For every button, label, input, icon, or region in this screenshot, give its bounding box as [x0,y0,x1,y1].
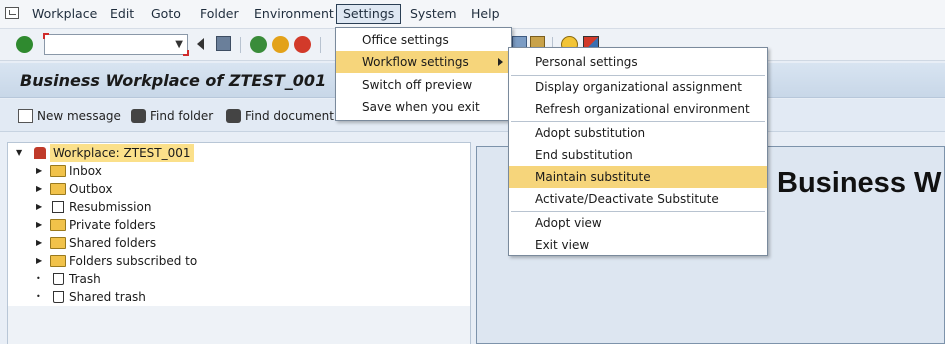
menu-item-label: Refresh organizational environment [535,102,750,116]
binoculars-icon [131,109,146,123]
expand-right-icon[interactable]: ▶ [36,198,46,216]
menu-settings[interactable]: Settings [336,4,402,24]
menu-item-label: Save when you exit [362,100,480,114]
cancel-icon[interactable] [294,36,311,53]
shared-folder-icon [50,237,66,249]
expand-right-icon[interactable]: ▶ [36,162,46,180]
menu-item-label: Maintain substitute [535,170,651,184]
tree-item-label: Shared folders [69,236,157,250]
new-message-icon [18,109,33,123]
command-field[interactable]: ▼ [43,33,189,56]
back-icon[interactable] [250,36,267,53]
expand-right-icon[interactable]: ▶ [36,216,46,234]
tree-item-label: Shared trash [69,290,146,304]
workflow-settings-submenu: Personal settings Display organizational… [508,47,768,256]
menu-environment[interactable]: Environment [248,4,340,24]
preview-heading: Business W [777,167,942,199]
page-title: Business Workplace of ZTEST_001 [20,71,327,90]
menu-workplace[interactable]: Workplace [26,4,103,24]
menu-bar: Workplace Edit Goto Folder Environment S… [0,0,945,29]
menu-help[interactable]: Help [465,4,506,24]
settings-menu: Office settings Workflow settings Switch… [335,27,512,121]
menu-item-label: Adopt substitution [535,126,646,140]
tree-item-label: Outbox [69,182,113,196]
menu-item-label: Display organizational assignment [535,80,742,94]
find-document-button[interactable]: Find document [226,108,334,124]
menu-edit[interactable]: Edit [104,4,140,24]
trash-icon [53,273,64,285]
tree-item-label: Folders subscribed to [69,254,198,268]
toolbar-separator [320,37,321,53]
enter-check-icon[interactable] [16,36,33,53]
find-document-label: Find document [245,109,334,123]
menu-item-save-when-exit[interactable]: Save when you exit [336,96,511,118]
system-menu-icon[interactable] [5,7,19,19]
find-folder-button[interactable]: Find folder [131,108,213,124]
leaf-dot-icon: • [36,274,41,283]
expand-right-icon[interactable]: ▶ [36,234,46,252]
tree-root-label: Workplace: ZTEST_001 [50,144,194,162]
menu-item-label: Office settings [362,33,449,47]
menu-item-office-settings[interactable]: Office settings [336,29,511,51]
menu-item-label: Workflow settings [362,55,469,69]
subscribed-folder-icon [50,255,66,267]
menu-item-activate-deactivate-substitute[interactable]: Activate/Deactivate Substitute [509,188,767,210]
menu-item-switch-off-preview[interactable]: Switch off preview [336,74,511,96]
save-icon[interactable] [216,36,231,51]
menu-item-label: Adopt view [535,216,602,230]
expand-down-icon[interactable]: ▼ [16,144,26,162]
menu-item-display-org-assignment[interactable]: Display organizational assignment [509,76,767,98]
tree-item-label: Private folders [69,218,156,232]
inbox-folder-icon [50,165,66,177]
menu-item-exit-view[interactable]: Exit view [509,234,767,256]
menu-item-personal-settings[interactable]: Personal settings [509,51,767,73]
workplace-user-icon [34,147,46,159]
submenu-arrow-icon [498,58,503,66]
private-folder-icon [50,219,66,231]
menu-goto[interactable]: Goto [145,4,187,24]
menu-system[interactable]: System [404,4,463,24]
toolbar-separator [240,37,241,53]
menu-item-maintain-substitute[interactable]: Maintain substitute [509,166,767,188]
leaf-dot-icon: • [36,292,41,301]
outbox-folder-icon [50,183,66,195]
tree-item-label: Trash [69,272,101,286]
menu-item-end-substitution[interactable]: End substitution [509,144,767,166]
tree-empty-area [8,306,470,344]
workplace-tree: ▼ Workplace: ZTEST_001 ▶ Inbox ▶ Outbox … [7,142,471,344]
menu-item-label: End substitution [535,148,633,162]
expand-right-icon[interactable]: ▶ [36,180,46,198]
menu-item-label: Activate/Deactivate Substitute [535,192,719,206]
tree-item-label: Inbox [69,164,102,178]
find-folder-label: Find folder [150,109,214,123]
menu-item-adopt-substitution[interactable]: Adopt substitution [509,122,767,144]
menu-item-refresh-org-environment[interactable]: Refresh organizational environment [509,98,767,120]
expand-right-icon[interactable]: ▶ [36,252,46,270]
chevron-down-icon[interactable]: ▼ [175,39,183,50]
arrow-left-icon[interactable] [197,38,204,50]
new-message-label: New message [37,109,121,123]
new-message-button[interactable]: New message [18,108,121,124]
shared-trash-icon [53,291,64,303]
tree-item-label: Resubmission [69,200,152,214]
menu-item-adopt-view[interactable]: Adopt view [509,212,767,234]
binoculars-icon [226,109,241,123]
menu-folder[interactable]: Folder [194,4,245,24]
menu-item-workflow-settings[interactable]: Workflow settings [336,51,511,73]
menu-item-label: Personal settings [535,55,638,69]
exit-icon[interactable] [272,36,289,53]
menu-item-label: Switch off preview [362,78,473,92]
menu-item-label: Exit view [535,238,590,252]
resubmission-icon [52,201,64,213]
